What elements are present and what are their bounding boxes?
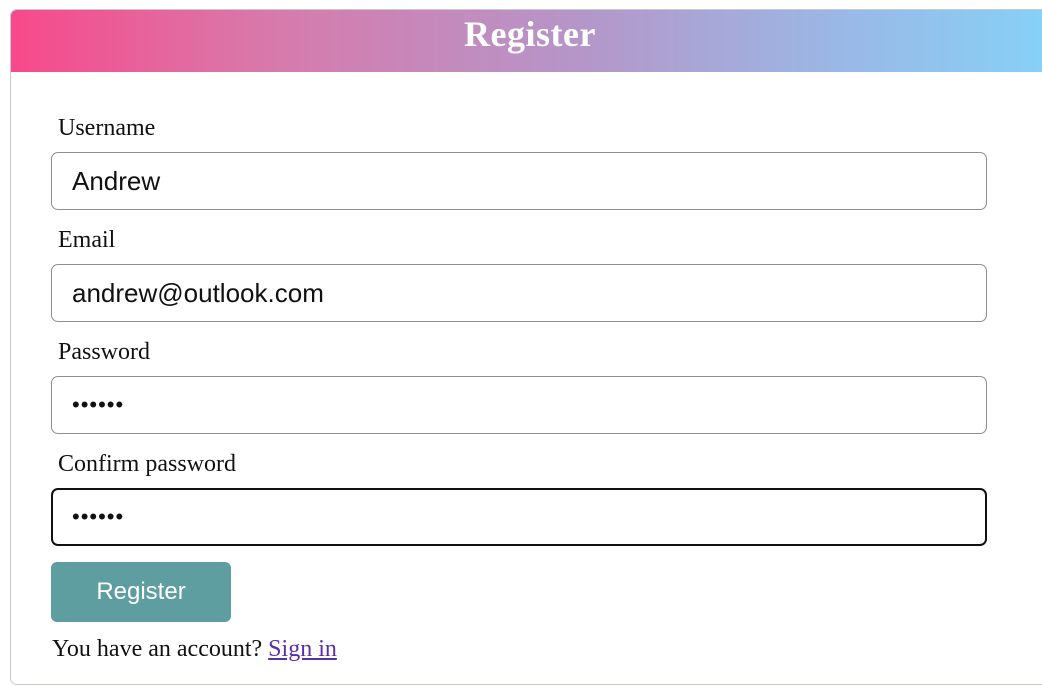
sign-in-prompt-text: You have an account?: [52, 636, 263, 662]
username-label: Username: [58, 115, 156, 141]
register-header: Register: [11, 10, 1042, 72]
email-input[interactable]: [51, 264, 987, 322]
confirm-password-label: Confirm password: [58, 451, 236, 477]
password-input[interactable]: [51, 376, 987, 434]
email-label: Email: [58, 227, 116, 253]
page-title: Register: [464, 14, 596, 54]
sign-in-prompt: You have an account? Sign in: [52, 636, 989, 663]
username-input[interactable]: [51, 152, 987, 210]
register-card: Register Username Email Password Confirm…: [10, 9, 1042, 685]
password-label: Password: [58, 339, 151, 365]
sign-in-link[interactable]: Sign in: [268, 636, 337, 662]
register-form: Username Email Password Confirm password…: [51, 114, 989, 663]
confirm-password-input[interactable]: [51, 488, 987, 546]
register-button[interactable]: Register: [51, 562, 231, 622]
